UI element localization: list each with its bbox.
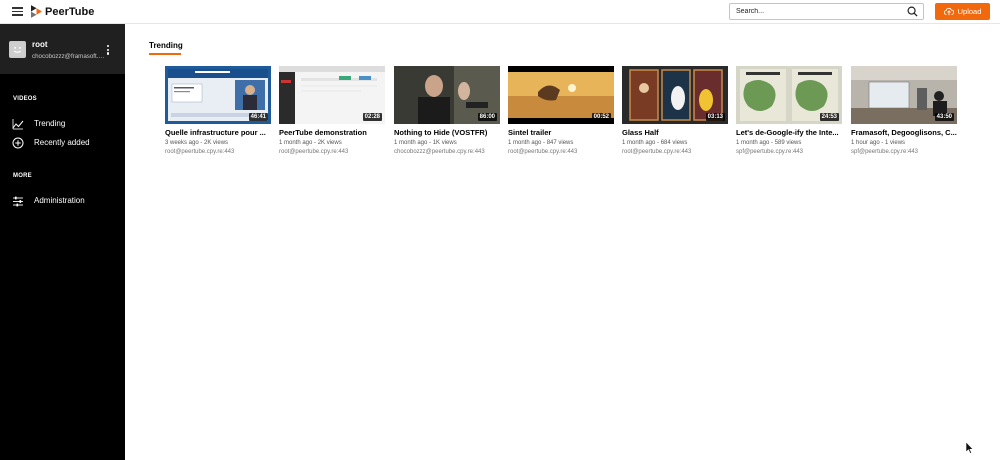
main-content: Trending 46:41 Quelle infrastructure pou… bbox=[125, 24, 1000, 460]
search-input[interactable] bbox=[736, 5, 896, 18]
video-duration: 46:41 bbox=[248, 113, 268, 121]
sidebar-item-trending[interactable]: Trending bbox=[0, 116, 125, 132]
video-duration: 00:52 bbox=[591, 113, 611, 121]
sidebar-item-administration[interactable]: Administration bbox=[0, 193, 125, 209]
plus-circle-icon bbox=[12, 137, 24, 149]
upload-label: Upload bbox=[957, 7, 982, 16]
video-author[interactable]: root@peertube.cpy.re:443 bbox=[508, 149, 577, 155]
video-thumbnail[interactable]: 02:28 bbox=[279, 66, 385, 124]
tab-active-indicator bbox=[149, 53, 181, 55]
video-duration: 03:13 bbox=[705, 113, 725, 121]
video-author[interactable]: root@peertube.cpy.re:443 bbox=[622, 149, 691, 155]
video-title[interactable]: Framasoft, Degooglisons, C... bbox=[851, 128, 957, 137]
video-thumbnail[interactable]: 86:00 bbox=[394, 66, 500, 124]
avatar-face-icon bbox=[11, 43, 24, 56]
video-meta: 1 month ago - 2K views bbox=[279, 140, 342, 146]
upload-button[interactable]: Upload bbox=[935, 3, 990, 20]
video-duration: 24:53 bbox=[819, 113, 839, 121]
sidebar-item-label: Trending bbox=[34, 119, 66, 128]
user-block: root chocobozzz@framasoft.org bbox=[0, 24, 125, 74]
peertube-logo[interactable]: PeerTube bbox=[31, 5, 94, 18]
video-author[interactable]: root@peertube.cpy.re:443 bbox=[165, 149, 234, 155]
user-handle: chocobozzz@framasoft.org bbox=[32, 53, 106, 60]
username[interactable]: root bbox=[32, 40, 48, 49]
search-box bbox=[729, 3, 924, 20]
videos-section-title: VIDEOS bbox=[13, 96, 37, 102]
video-meta: 3 weeks ago - 2K views bbox=[165, 140, 229, 146]
video-duration: 02:28 bbox=[362, 113, 382, 121]
video-author[interactable]: spf@peertube.cpy.re:443 bbox=[736, 149, 803, 155]
video-thumbnail[interactable]: 24:53 bbox=[736, 66, 842, 124]
trending-icon bbox=[12, 119, 24, 130]
menu-toggle-icon[interactable] bbox=[12, 7, 23, 16]
top-header: PeerTube Upload bbox=[0, 0, 1000, 24]
mouse-cursor-icon bbox=[966, 442, 974, 454]
video-duration: 43:50 bbox=[934, 113, 954, 121]
video-meta: 1 month ago - 847 views bbox=[508, 140, 574, 146]
avatar[interactable] bbox=[9, 41, 26, 58]
sidebar: root chocobozzz@framasoft.org VIDEOS Tre… bbox=[0, 24, 125, 460]
search-icon[interactable] bbox=[907, 6, 918, 17]
sidebar-item-recently-added[interactable]: Recently added bbox=[0, 135, 125, 151]
video-duration: 86:00 bbox=[477, 113, 497, 121]
video-title[interactable]: PeerTube demonstration bbox=[279, 128, 385, 137]
more-section-title: MORE bbox=[13, 173, 32, 179]
video-thumbnail[interactable]: 03:13 bbox=[622, 66, 728, 124]
video-title[interactable]: Quelle infrastructure pour ... bbox=[165, 128, 271, 137]
video-title[interactable]: Glass Half bbox=[622, 128, 728, 137]
peertube-logo-icon bbox=[31, 5, 42, 18]
video-author[interactable]: root@peertube.cpy.re:443 bbox=[279, 149, 348, 155]
video-meta: 1 month ago - 589 views bbox=[736, 140, 802, 146]
video-title[interactable]: Nothing to Hide (VOSTFR) bbox=[394, 128, 500, 137]
video-meta: 1 hour ago - 1 views bbox=[851, 140, 906, 146]
more-vertical-icon[interactable] bbox=[107, 45, 111, 55]
video-author[interactable]: chocobozzz@peertube.cpy.re:443 bbox=[394, 149, 485, 155]
video-meta: 1 month ago - 1K views bbox=[394, 140, 457, 146]
sliders-icon bbox=[13, 196, 23, 207]
video-meta: 1 month ago - 684 views bbox=[622, 140, 688, 146]
video-author[interactable]: spf@peertube.cpy.re:443 bbox=[851, 149, 918, 155]
video-thumbnail[interactable]: 00:52 bbox=[508, 66, 614, 124]
cloud-upload-icon bbox=[943, 7, 954, 16]
video-title[interactable]: Let's de-Google-ify the Inte... bbox=[736, 128, 842, 137]
video-thumbnail[interactable]: 46:41 bbox=[165, 66, 271, 124]
sidebar-item-label: Recently added bbox=[34, 138, 90, 147]
logo-text: PeerTube bbox=[45, 5, 95, 18]
video-title[interactable]: Sintel trailer bbox=[508, 128, 614, 137]
video-thumbnail[interactable]: 43:50 bbox=[851, 66, 957, 124]
tab-trending[interactable]: Trending bbox=[149, 41, 183, 50]
sidebar-item-label: Administration bbox=[34, 196, 85, 205]
